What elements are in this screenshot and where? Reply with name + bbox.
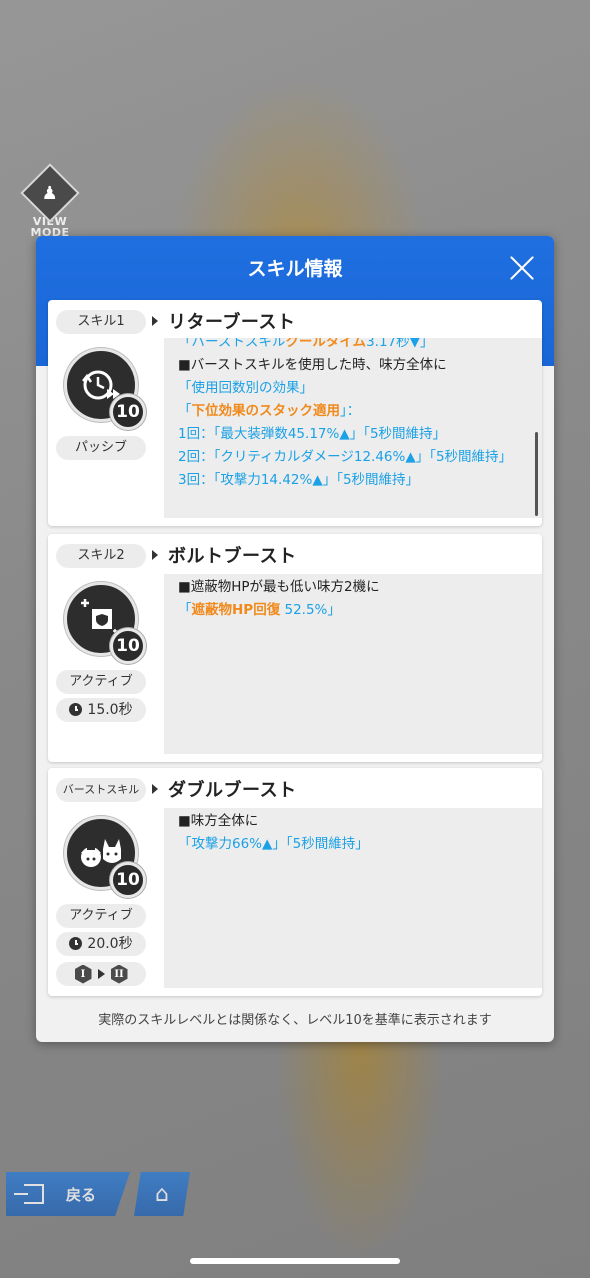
desc-text: 」： bbox=[340, 403, 361, 419]
home-indicator[interactable] bbox=[190, 1258, 400, 1264]
modal-title: スキル情報 bbox=[247, 258, 343, 280]
desc-text: 「バーストスキル bbox=[178, 338, 286, 350]
skill-info-modal: スキル情報 スキル1 リターブースト 10 パッシブ 「バーストスキルクールタイ… bbox=[36, 236, 554, 1042]
desc-highlight: 遮蔽物HP回復 bbox=[191, 602, 281, 618]
skill-name-row: ダブルブースト bbox=[152, 776, 297, 802]
home-button[interactable]: ⌂ bbox=[134, 1172, 190, 1216]
skill-description[interactable]: ■遮蔽物HPが最も低い味方2機に 「遮蔽物HP回復 52.5%」 bbox=[164, 574, 542, 754]
desc-line: 「攻撃力66%▲」「5秒間維持」 bbox=[178, 836, 369, 852]
desc-line: 1回：「最大装弾数45.17%▲」「5秒間維持」 bbox=[178, 423, 528, 446]
cooldown-pill: 20.0秒 bbox=[56, 932, 146, 956]
scrollbar[interactable] bbox=[535, 432, 538, 516]
back-label: 戻る bbox=[66, 1185, 97, 1204]
desc-highlight: 下位効果のスタック適用 bbox=[191, 403, 341, 419]
skill-tag: スキル1 bbox=[56, 310, 146, 334]
cooldown-pill: 15.0秒 bbox=[56, 698, 146, 722]
view-mode-button[interactable]: ♟ VIEW MODE bbox=[20, 163, 80, 240]
arrow-right-icon bbox=[97, 969, 105, 979]
skill-type: アクティブ bbox=[56, 670, 146, 694]
burst-stage-from-icon: I bbox=[74, 964, 92, 984]
desc-line: 「下位効果のスタック適用」： bbox=[178, 400, 528, 423]
desc-line: ■バーストスキルを使用した時、味方全体に bbox=[178, 357, 447, 373]
person-icon: ♟ bbox=[20, 163, 80, 223]
skill-name-row: リターブースト bbox=[152, 308, 296, 334]
skill-card-2: スキル2 ボルトブースト 10 アクティブ 15.0秒 ■遮蔽物HPが最も低い味… bbox=[48, 534, 542, 762]
desc-line: ■味方全体に bbox=[178, 813, 259, 829]
triangle-icon bbox=[152, 316, 158, 326]
desc-line: 「遮蔽物HP回復 52.5%」 bbox=[178, 599, 528, 622]
skill-name: ボルトブースト bbox=[168, 546, 297, 567]
desc-line: 2回：「クリティカルダメージ12.46%▲」「5秒間維持」 bbox=[178, 446, 528, 469]
close-button[interactable] bbox=[506, 252, 538, 284]
footer-note: 実際のスキルレベルとは関係なく、レベル10を基準に表示されます bbox=[98, 1013, 492, 1028]
desc-text: 2回： bbox=[178, 449, 214, 465]
skill-name: ダブルブースト bbox=[168, 780, 297, 801]
desc-text: 「 bbox=[178, 602, 192, 618]
burst-stage-indicator: I II bbox=[56, 962, 146, 986]
home-icon: ⌂ bbox=[155, 1181, 169, 1207]
desc-text: 「攻撃力14.42%▲」「5秒間維持」 bbox=[213, 472, 420, 488]
clock-icon bbox=[69, 703, 83, 716]
skill-tag: バーストスキル bbox=[56, 778, 146, 802]
desc-text: 52.5%」 bbox=[280, 602, 341, 618]
desc-line: 3回：「攻撃力14.42%▲」「5秒間維持」 bbox=[178, 469, 528, 492]
level-badge: 10 bbox=[110, 394, 146, 430]
skill-description[interactable]: 「バーストスキルクールタイム3.17秒▼」 ■バーストスキルを使用した時、味方全… bbox=[164, 338, 542, 518]
desc-line: 「バーストスキルクールタイム3.17秒▼」 bbox=[178, 338, 528, 354]
skill-type: アクティブ bbox=[56, 904, 146, 928]
desc-highlight: クールタイム bbox=[285, 338, 367, 350]
skill-card-1: スキル1 リターブースト 10 パッシブ 「バーストスキルクールタイム3.17秒… bbox=[48, 300, 542, 526]
triangle-icon bbox=[152, 550, 158, 560]
skill-tag: スキル2 bbox=[56, 544, 146, 568]
skill-description[interactable]: ■味方全体に 「攻撃力66%▲」「5秒間維持」 bbox=[164, 808, 542, 988]
level-badge: 10 bbox=[110, 862, 146, 898]
desc-text: 「クリティカルダメージ12.46%▲」「5秒間維持」 bbox=[213, 449, 513, 465]
level-badge: 10 bbox=[110, 628, 146, 664]
burst-stage-to-icon: II bbox=[110, 964, 128, 984]
desc-text: 「 bbox=[178, 403, 192, 419]
desc-text: 「最大装弾数45.17%▲」「5秒間維持」 bbox=[213, 426, 447, 442]
exit-icon bbox=[14, 1184, 44, 1204]
triangle-icon bbox=[152, 784, 158, 794]
clock-icon bbox=[69, 937, 83, 950]
skill-name: リターブースト bbox=[168, 312, 296, 333]
skill-type: パッシブ bbox=[56, 436, 146, 460]
cooldown-value: 20.0秒 bbox=[87, 936, 133, 952]
desc-text: 3.17秒▼」 bbox=[366, 338, 434, 350]
cooldown-value: 15.0秒 bbox=[87, 702, 133, 718]
skill-card-burst: バーストスキル ダブルブースト 10 アクティブ 20.0秒 I II ■味方全… bbox=[48, 768, 542, 996]
back-button[interactable]: 戻る bbox=[6, 1172, 130, 1216]
desc-line: ■遮蔽物HPが最も低い味方2機に bbox=[178, 579, 380, 595]
desc-text: 1回： bbox=[178, 426, 214, 442]
desc-text: 3回： bbox=[178, 472, 214, 488]
desc-line: 「使用回数別の効果」 bbox=[178, 380, 313, 396]
skill-name-row: ボルトブースト bbox=[152, 542, 297, 568]
